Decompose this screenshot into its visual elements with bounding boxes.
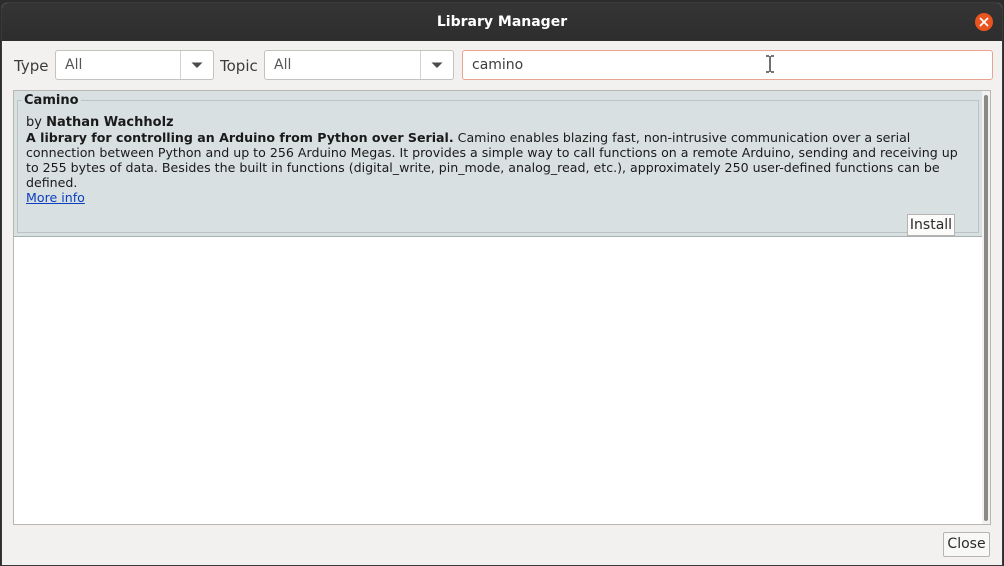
more-info-link[interactable]: More info [26,190,85,205]
type-dropdown-arrow[interactable] [180,51,213,79]
library-summary: A library for controlling an Arduino fro… [26,130,454,145]
search-input[interactable] [462,50,993,80]
topic-dropdown-arrow[interactable] [420,51,453,79]
library-author-line: by Nathan Wachholz [26,115,174,130]
type-dropdown-value: All [65,57,83,73]
install-button[interactable]: Install [907,214,955,236]
close-button[interactable]: Close [943,532,990,557]
library-list[interactable]: Camino by Nathan Wachholz A library for … [13,90,991,525]
type-dropdown[interactable]: All [55,50,214,80]
filter-bar: Type All Topic All [2,49,1002,81]
window-close-button[interactable] [975,13,993,31]
type-label: Type [14,57,49,75]
list-scrollbar[interactable] [982,91,990,524]
list-item[interactable]: Camino by Nathan Wachholz A library for … [14,91,982,237]
scrollbar-thumb[interactable] [984,95,988,521]
window-title: Library Manager [436,14,568,30]
topic-dropdown-value: All [274,57,292,73]
close-icon [979,17,989,27]
text-cursor-icon [766,55,774,73]
library-manager-window: Library Manager Type All Topic All camin… [1,2,1003,566]
library-author: Nathan Wachholz [46,115,174,130]
library-description: A library for controlling an Arduino fro… [26,130,961,190]
library-name: Camino [22,93,81,108]
topic-dropdown[interactable]: All [264,50,454,80]
chevron-down-icon [191,62,203,68]
topic-label: Topic [220,57,258,75]
author-prefix: by [26,115,42,130]
chevron-down-icon [431,62,443,68]
title-bar: Library Manager [2,3,1002,41]
